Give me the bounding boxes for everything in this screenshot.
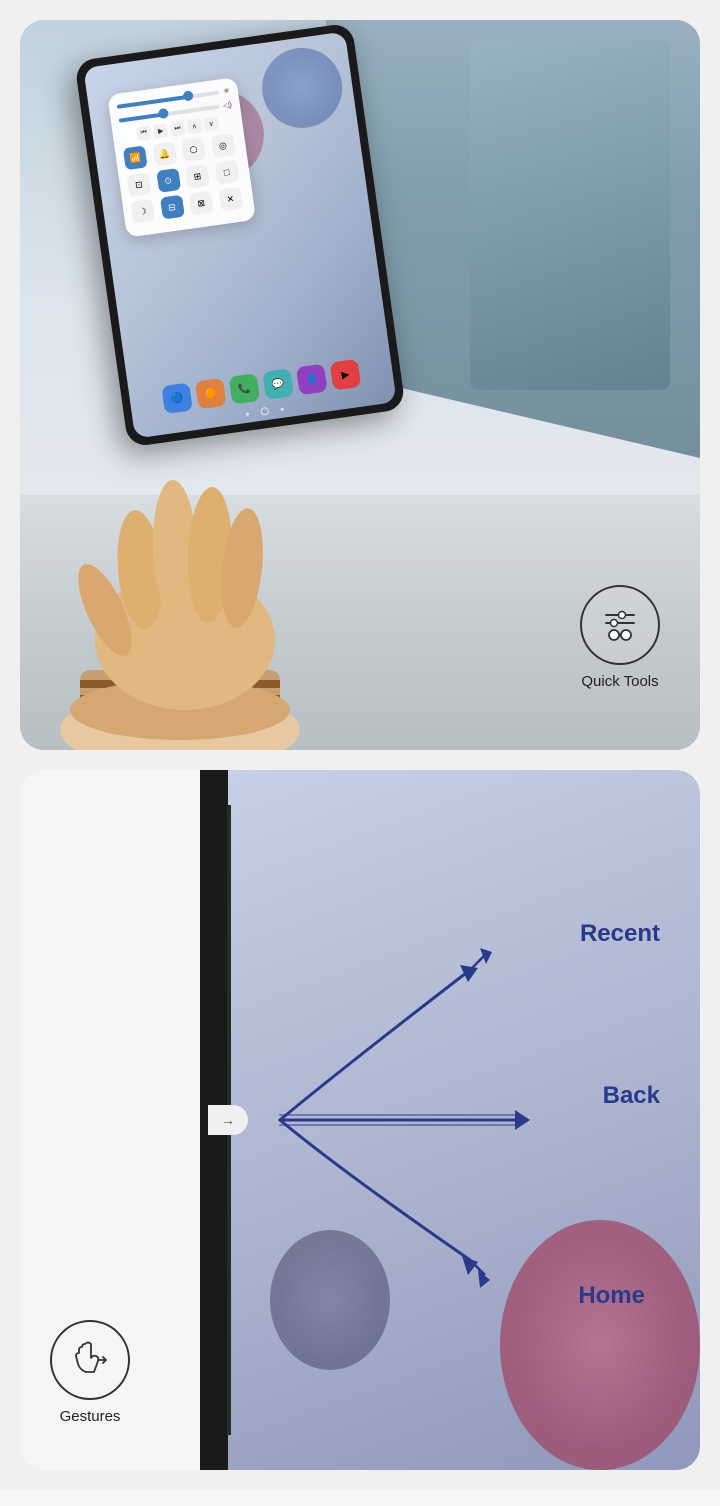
nav-back	[246, 412, 249, 415]
brightness-icon: ✳	[223, 86, 231, 96]
gesture-arrows-svg	[220, 770, 700, 1470]
prev-btn[interactable]: ⏮	[136, 125, 152, 141]
dock-app-6: ▶	[330, 359, 362, 391]
settings-icon[interactable]: □	[214, 160, 239, 185]
quick-tools-icon-circle	[580, 585, 660, 665]
left-panel: Gestures	[20, 770, 220, 1470]
quick-tools-badge: Quick Tools	[580, 585, 660, 690]
moon-icon[interactable]: ☽	[130, 199, 155, 224]
vol-up-btn[interactable]: ∧	[187, 118, 203, 134]
quick-tools-label: Quick Tools	[581, 673, 658, 690]
record-icon[interactable]: ⊙	[156, 168, 181, 193]
next-btn[interactable]: ⏭	[170, 121, 186, 137]
close-icon[interactable]: ✕	[218, 187, 243, 212]
dock-app-4: 💬	[262, 368, 294, 400]
gestures-icon	[66, 1336, 114, 1384]
volume-icon: ◁)	[222, 100, 232, 110]
icon2[interactable]: ⊟	[160, 195, 185, 220]
tablet-navbar	[245, 405, 284, 418]
brightness-thumb	[183, 90, 194, 101]
play-btn[interactable]: ▶	[153, 123, 169, 139]
right-panel: Recent Back Home	[220, 770, 700, 1470]
nfc-icon[interactable]: ◎	[210, 133, 235, 158]
icon3[interactable]: ⊠	[189, 191, 214, 216]
volume-thumb	[158, 107, 169, 118]
home-label: Home	[578, 1282, 645, 1310]
nav-home	[260, 407, 269, 416]
bluetooth-icon[interactable]: ⬡	[181, 137, 206, 162]
brightness-fill	[117, 94, 189, 108]
wallpaper-shape-3	[257, 43, 347, 133]
tablet-screen: ✳ ◁) ⏮ ▶ ⏭ ∧	[83, 31, 396, 438]
city-overlay	[470, 40, 670, 390]
gestures-card: Gestures →	[20, 770, 700, 1470]
power-icon[interactable]: ⊞	[185, 164, 210, 189]
page-container: ✳ ◁) ⏮ ▶ ⏭ ∧	[0, 0, 720, 1490]
dock-app-1: 🔵	[161, 383, 193, 415]
sound-icon[interactable]: 🔔	[152, 141, 177, 166]
tablet-device: ✳ ◁) ⏮ ▶ ⏭ ∧	[74, 22, 406, 447]
edge-swipe-indicator: →	[208, 1105, 248, 1135]
dock-app-3: 📞	[229, 373, 261, 405]
recent-label: Recent	[580, 920, 660, 948]
gestures-label: Gestures	[60, 1408, 121, 1425]
back-label: Back	[603, 1082, 660, 1110]
dock-app-2: 🟠	[195, 378, 227, 410]
gestures-icon-circle	[50, 1320, 130, 1400]
nav-recent	[280, 407, 283, 410]
quick-panel: ✳ ◁) ⏮ ▶ ⏭ ∧	[107, 77, 256, 238]
screenshot-icon[interactable]: ⊡	[127, 172, 152, 197]
volume-fill	[119, 112, 165, 122]
wifi-icon[interactable]: 📶	[123, 145, 148, 170]
quick-tools-card: ✳ ◁) ⏮ ▶ ⏭ ∧	[20, 20, 700, 750]
quick-tools-icon	[598, 603, 642, 647]
dock-app-5: 👤	[296, 364, 328, 396]
gestures-badge: Gestures	[50, 1320, 130, 1425]
vol-down-btn[interactable]: ∨	[203, 116, 219, 132]
